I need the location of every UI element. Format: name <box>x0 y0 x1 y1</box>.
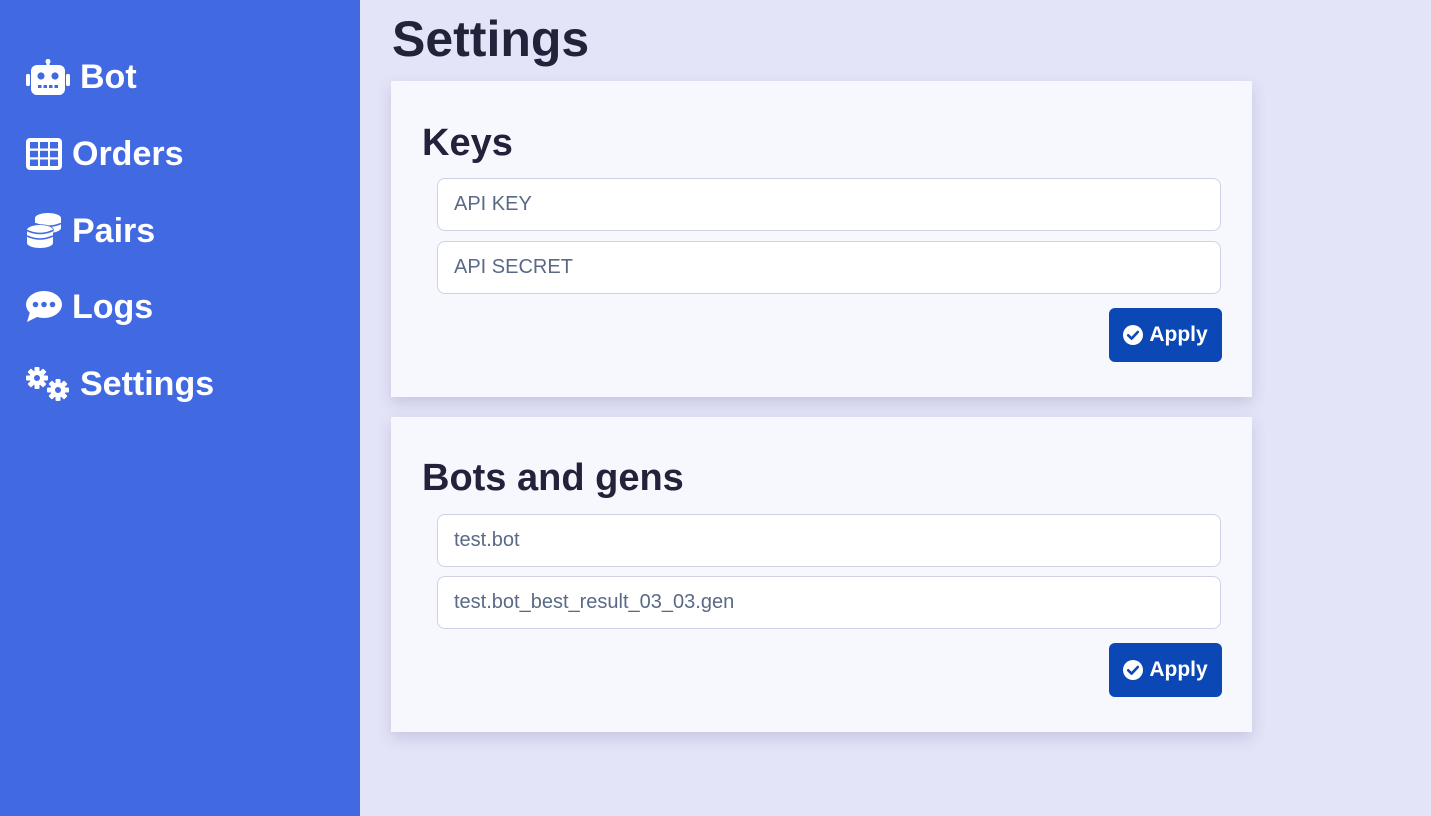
sidebar-item-label: Pairs <box>72 211 156 250</box>
sidebar-item-bot[interactable]: Bot <box>26 54 137 100</box>
robot-icon <box>26 59 70 95</box>
keys-card-title: Keys <box>422 122 513 164</box>
cogs-icon <box>26 367 70 401</box>
check-circle-icon <box>1123 660 1144 680</box>
sidebar: Bot Orders Pairs Logs Settings <box>0 0 360 816</box>
bot-file-input[interactable] <box>437 514 1221 567</box>
coins-icon <box>26 213 62 249</box>
sidebar-item-label: Bot <box>80 57 137 96</box>
apply-label: Apply <box>1149 323 1208 346</box>
sidebar-item-logs[interactable]: Logs <box>26 284 153 330</box>
api-key-input[interactable] <box>437 178 1221 231</box>
bots-apply-button[interactable]: Apply <box>1109 643 1222 697</box>
check-circle-icon <box>1123 325 1144 345</box>
gen-file-input[interactable] <box>437 576 1221 629</box>
api-secret-input[interactable] <box>437 241 1221 294</box>
comment-dots-icon <box>26 291 62 323</box>
keys-apply-button[interactable]: Apply <box>1109 308 1222 362</box>
sidebar-item-label: Settings <box>80 364 215 403</box>
sidebar-item-settings[interactable]: Settings <box>26 361 214 407</box>
page-title: Settings <box>392 11 590 67</box>
sidebar-item-label: Logs <box>72 287 154 326</box>
keys-card: Keys Apply <box>391 81 1252 397</box>
table-icon <box>26 138 62 170</box>
bots-card: Bots and gens Apply <box>391 417 1252 732</box>
sidebar-item-label: Orders <box>72 134 184 173</box>
bots-card-title: Bots and gens <box>422 457 684 499</box>
sidebar-item-orders[interactable]: Orders <box>26 131 184 177</box>
sidebar-item-pairs[interactable]: Pairs <box>26 208 155 254</box>
apply-label: Apply <box>1149 658 1208 681</box>
